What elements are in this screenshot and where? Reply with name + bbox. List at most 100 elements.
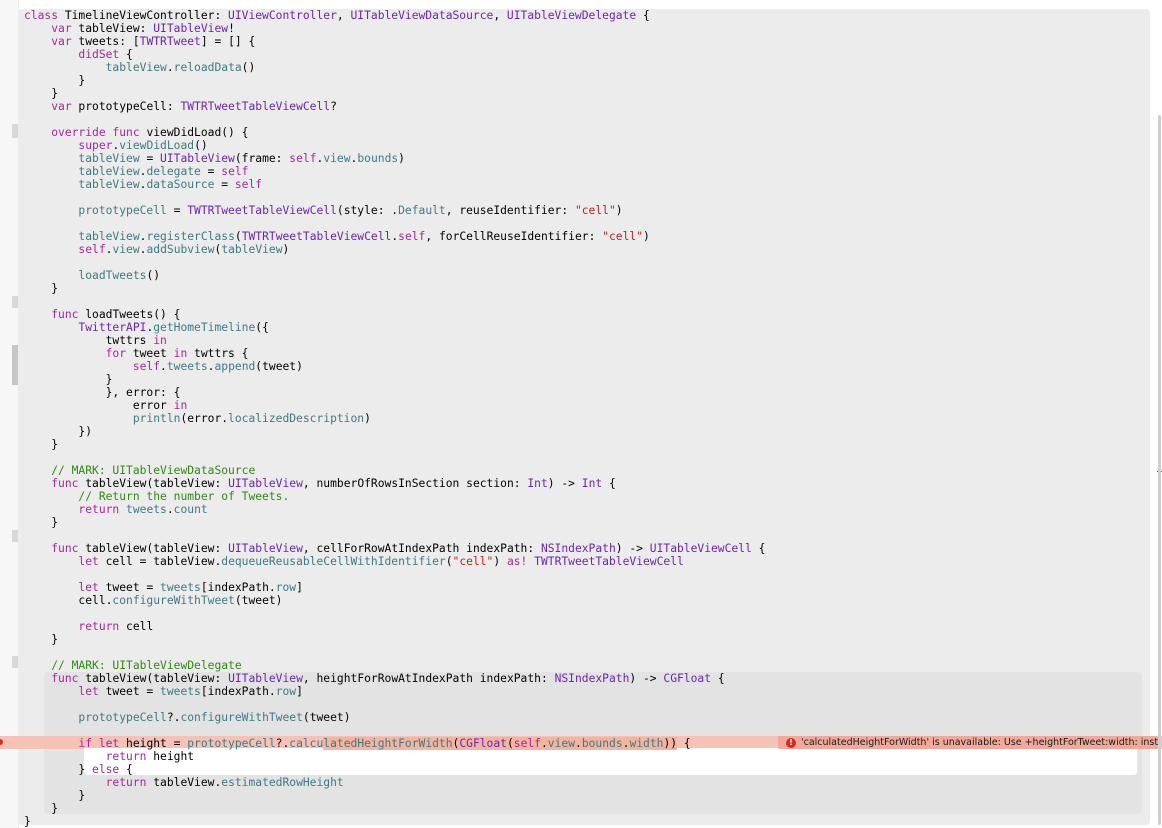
code-line[interactable]: func tableView(tableView: UITableView, h… — [24, 672, 765, 685]
code-token: (style: . — [336, 204, 399, 217]
code-line[interactable]: func tableView(tableView: UITableView, c… — [24, 542, 765, 555]
code-token: self — [132, 360, 161, 373]
code-token: return — [105, 776, 147, 789]
code-line[interactable] — [24, 568, 765, 581]
code-token: as! — [506, 555, 528, 568]
code-line[interactable] — [24, 698, 765, 711]
code-line[interactable] — [24, 295, 765, 308]
code-token: ) — [615, 204, 623, 217]
code-token: = — [214, 178, 235, 191]
code-line[interactable]: prototypeCell?.configureWithTweet(tweet) — [24, 711, 765, 724]
code-line[interactable]: tableView = UITableView(frame: self.view… — [24, 152, 765, 165]
code-token: }, error: { — [24, 386, 181, 399]
code-line[interactable]: let cell = tableView.dequeueReusableCell… — [24, 555, 765, 568]
code-line[interactable]: return tweets.count — [24, 503, 765, 516]
code-token: view — [323, 152, 351, 165]
code-line[interactable]: } — [24, 438, 765, 451]
code-line[interactable]: var tableView: UITableView! — [24, 22, 765, 35]
code-token: in — [173, 399, 188, 412]
code-line[interactable]: var prototypeCell: TWTRTweetTableViewCel… — [24, 100, 765, 113]
code-token: UITableViewDelegate — [506, 9, 637, 22]
code-line[interactable]: func tableView(tableView: UITableView, n… — [24, 477, 765, 490]
code-line[interactable]: } — [24, 373, 765, 386]
code-token: . — [166, 61, 174, 74]
code-line[interactable]: didSet { — [24, 48, 765, 61]
code-token: else — [92, 763, 120, 776]
code-line[interactable]: // MARK: UITableViewDelegate — [24, 659, 765, 672]
code-line[interactable] — [24, 724, 765, 737]
code-line[interactable]: error in — [24, 399, 765, 412]
code-line[interactable]: } — [24, 633, 765, 646]
code-line[interactable]: cell.configureWithTweet(tweet) — [24, 594, 765, 607]
code-line[interactable]: println(error.localizedDescription) — [24, 412, 765, 425]
code-line[interactable]: }) — [24, 425, 765, 438]
code-line[interactable] — [24, 607, 765, 620]
code-token: self — [234, 178, 263, 191]
code-token: view — [112, 243, 140, 256]
code-line[interactable]: twttrs in — [24, 334, 765, 347]
code-token: { — [636, 9, 650, 22]
code-token: ) -> — [629, 672, 664, 685]
code-token: TwitterAPI — [78, 321, 147, 334]
code-line[interactable]: let tweet = tweets[indexPath.row] — [24, 581, 765, 594]
code-line[interactable]: } — [24, 789, 765, 802]
code-line[interactable]: super.viewDidLoad() — [24, 139, 765, 152]
code-line[interactable]: } — [24, 516, 765, 529]
vertical-scrollbar[interactable] — [1158, 115, 1161, 825]
code-token: ) — [282, 243, 290, 256]
code-line[interactable]: } — [24, 802, 765, 815]
code-line[interactable]: }, error: { — [24, 386, 765, 399]
code-line[interactable]: tableView.delegate = self — [24, 165, 765, 178]
code-line[interactable]: tableView.dataSource = self — [24, 178, 765, 191]
code-token: tableView — [78, 165, 140, 178]
code-line[interactable]: } — [24, 74, 765, 87]
code-token: return — [105, 750, 147, 763]
code-line[interactable]: return height — [24, 750, 765, 763]
code-line[interactable]: tableView.registerClass(TWTRTweetTableVi… — [24, 230, 765, 243]
code-line[interactable] — [24, 191, 765, 204]
code-token: width — [629, 737, 664, 750]
code-line[interactable]: } else { — [24, 763, 765, 776]
code-token: estimatedRowHeight — [221, 776, 344, 789]
code-line[interactable]: return cell — [24, 620, 765, 633]
code-line[interactable] — [24, 113, 765, 126]
code-line[interactable]: loadTweets() — [24, 269, 765, 282]
code-token: tableView — [105, 61, 167, 74]
code-line[interactable]: tableView.reloadData() — [24, 61, 765, 74]
code-line[interactable]: return tableView.estimatedRowHeight — [24, 776, 765, 789]
code-line[interactable]: TwitterAPI.getHomeTimeline({ — [24, 321, 765, 334]
code-line[interactable]: } — [24, 282, 765, 295]
code-line[interactable] — [24, 529, 765, 542]
code-token: cell — [119, 620, 154, 633]
code-line[interactable]: override func viewDidLoad() { — [24, 126, 765, 139]
code-line[interactable]: self.view.addSubview(tableView) — [24, 243, 765, 256]
code-line[interactable] — [24, 217, 765, 230]
code-line[interactable]: self.tweets.append(tweet) — [24, 360, 765, 373]
code-line[interactable] — [24, 256, 765, 269]
code-line[interactable]: } — [24, 815, 765, 828]
code-line[interactable]: var tweets: [TWTRTweet] = [] { — [24, 35, 765, 48]
code-line[interactable]: // MARK: UITableViewDataSource — [24, 464, 765, 477]
code-line[interactable] — [24, 451, 765, 464]
code-line[interactable]: func loadTweets() { — [24, 308, 765, 321]
code-line[interactable]: } — [24, 87, 765, 100]
code-token: self — [221, 165, 249, 178]
code-editor[interactable]: class TimelineViewController: UIViewCont… — [24, 9, 765, 828]
code-line[interactable]: prototypeCell = TWTRTweetTableViewCell(s… — [24, 204, 765, 217]
inline-error-message[interactable]: ! 'calculatedHeightForWidth' is unavaila… — [778, 736, 1158, 749]
code-line[interactable] — [24, 646, 765, 659]
code-token: (error. — [180, 412, 229, 425]
code-line[interactable]: let tweet = tweets[indexPath.row] — [24, 685, 765, 698]
code-line[interactable]: // Return the number of Tweets. — [24, 490, 765, 503]
code-line[interactable]: if let height = prototypeCell?.calculate… — [24, 737, 765, 750]
code-token: cell. — [24, 594, 113, 607]
code-line[interactable]: for tweet in twttrs { — [24, 347, 765, 360]
code-token: } — [24, 74, 86, 87]
code-line[interactable]: class TimelineViewController: UIViewCont… — [24, 9, 765, 22]
